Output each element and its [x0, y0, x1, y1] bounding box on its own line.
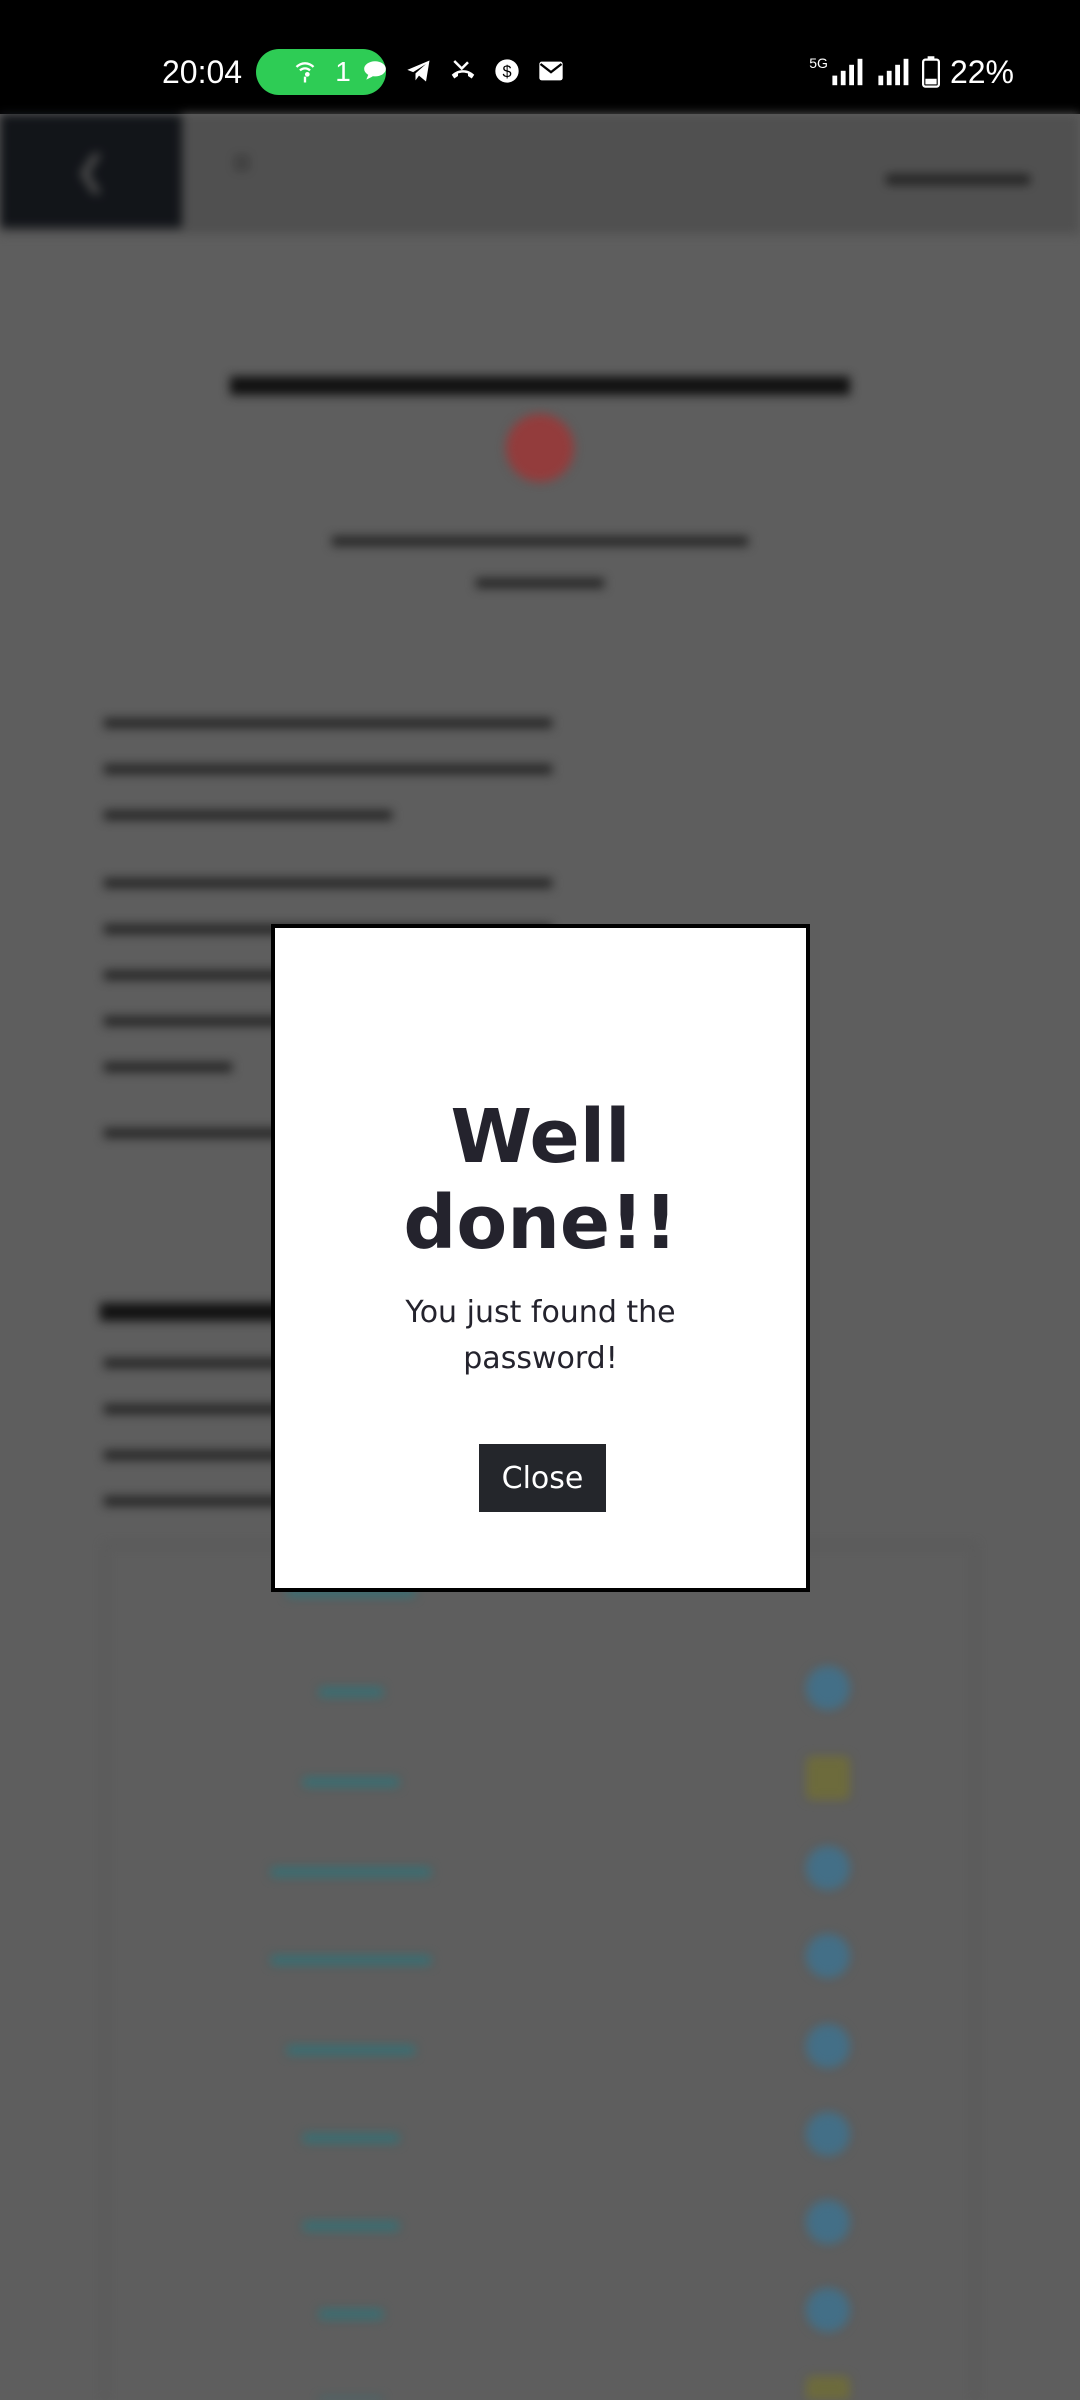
notification-icons: $: [360, 56, 566, 86]
svg-text:$: $: [502, 63, 511, 81]
battery-icon: [921, 56, 940, 88]
telegram-icon: [404, 56, 434, 86]
hotspot-icon: [295, 62, 315, 83]
status-time: 20:04: [162, 54, 243, 90]
dollar-circle-icon: $: [492, 56, 522, 86]
success-modal: Well done!! You just found the password!…: [271, 924, 810, 1592]
close-button[interactable]: Close: [479, 1444, 606, 1512]
mail-icon: [536, 56, 566, 86]
chat-bubble-icon: [360, 56, 390, 86]
modal-title: Well done!!: [403, 1094, 678, 1266]
hotspot-count: 1: [335, 56, 351, 87]
status-right: 5G 22%: [809, 50, 1014, 94]
modal-message: You just found the password!: [405, 1295, 676, 1376]
status-bar: 20:04 1 $ 5G 22%: [0, 0, 1080, 114]
signal-5g-icon: 5G: [809, 56, 866, 88]
battery-level: 22%: [949, 54, 1014, 90]
signal-icon: [878, 58, 909, 86]
missed-call-icon: [448, 56, 478, 86]
